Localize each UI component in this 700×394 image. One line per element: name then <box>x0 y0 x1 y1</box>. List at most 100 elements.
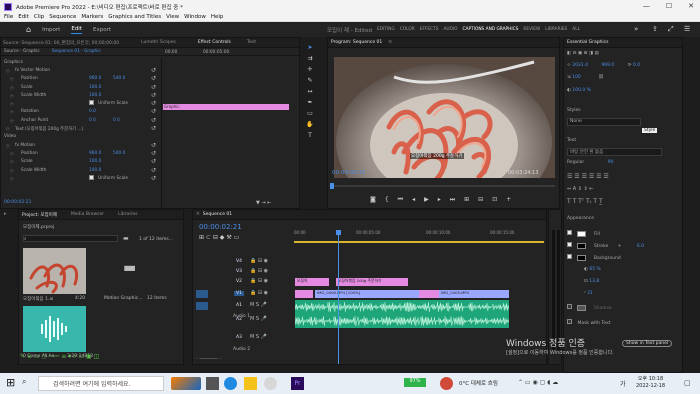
track-header[interactable]: V2 🔒 ⊟ ◉ <box>194 278 294 288</box>
show-in-text-panel-button[interactable]: Show in Text panel <box>622 340 673 347</box>
work-area-bar[interactable] <box>294 241 544 243</box>
clip-v3-graphic-b[interactable]: 오징어볶음 200g 주문하기 <box>336 278 408 286</box>
timeline-timecode[interactable]: 00:00:02:21 <box>199 223 242 231</box>
fullscreen-icon[interactable]: ⤢ <box>668 25 674 34</box>
taskbar-search-input[interactable]: 검색하려면 여기에 입력하세요. <box>38 376 164 391</box>
track-controls-icons[interactable]: 🔒 ⊟ ◉ <box>250 290 268 296</box>
mode-review[interactable]: REVIEW <box>523 27 540 32</box>
effect-property-row[interactable]: Position 960.0 540.0 ◷ ↺ <box>1 149 161 157</box>
reset-icon[interactable]: ↺ <box>151 108 156 115</box>
fill-swatch[interactable] <box>577 230 587 237</box>
reset-icon[interactable]: ↺ <box>151 142 156 149</box>
effect-value-1[interactable]: 100.0 <box>89 93 101 98</box>
close-sequence-icon[interactable]: ✕ <box>196 212 200 217</box>
track-name[interactable]: V4 <box>234 259 244 264</box>
project-bottom-icons[interactable]: ✎ ≡ ▭ ○ ─── ≡ ▾ ⌕ ▭ ▣ ◫ <box>20 353 99 361</box>
share-icon[interactable]: ⇪ <box>652 25 658 33</box>
shadow-checkbox[interactable] <box>567 304 572 309</box>
track-controls-icons[interactable]: M S 🎤 <box>250 334 267 340</box>
track-header[interactable]: V3 🔒 ⊟ ◉ <box>194 268 294 278</box>
align-icons[interactable]: ◧ ⊟ ▣ ⊞ ◨ ▤ <box>567 51 599 56</box>
stopwatch-icon[interactable]: ◷ <box>6 68 10 73</box>
effect-property-row[interactable]: Uniform Scale ◷ ↺ <box>1 174 161 182</box>
tab-export[interactable]: Export <box>93 27 111 33</box>
thumbnail-motion-graphics[interactable]: ▬ <box>101 248 164 294</box>
fill-checkbox[interactable] <box>567 230 572 235</box>
taskbar-search-icon[interactable]: ⌕ <box>22 377 35 390</box>
scale-value[interactable]: 100 <box>572 75 581 80</box>
effect-value-1[interactable]: 0.0 <box>89 109 96 114</box>
thumbnail-audio[interactable] <box>23 306 86 352</box>
opacity-value[interactable]: 100.0 % <box>572 88 591 93</box>
stopwatch-icon[interactable]: ◷ <box>10 109 14 114</box>
mode-all[interactable]: ALL <box>572 27 580 32</box>
tab-project[interactable]: Project: 모집이제 <box>22 212 57 218</box>
add-button-icon[interactable]: + <box>506 196 511 204</box>
track-name[interactable]: A1 <box>234 303 244 308</box>
more-workspaces-icon[interactable]: » <box>634 25 638 33</box>
tab-effect-controls[interactable]: Effect Controls <box>198 40 231 45</box>
chrome-icon[interactable] <box>264 377 277 390</box>
stroke-swatch[interactable] <box>577 242 587 249</box>
effect-property-row[interactable]: fx Motion ◷ ↺ <box>1 141 161 149</box>
project-side-icon[interactable]: ▸ <box>4 211 7 217</box>
clip-a1-audio[interactable] <box>295 300 509 328</box>
slip-tool-icon[interactable]: ↔ <box>303 88 317 99</box>
tab-sequence-01[interactable]: Sequence 01 <box>203 212 232 217</box>
thumbnail-squid[interactable] <box>23 248 86 294</box>
track-controls-icons[interactable]: M S 🎤 <box>250 302 267 308</box>
text-format-icons[interactable]: T T Tᵀ Tₜ T T̲ <box>567 198 603 205</box>
menu-edit[interactable]: Edit <box>18 14 29 20</box>
home-icon[interactable]: ⌂ <box>26 25 31 34</box>
mark-in-icon[interactable]: { <box>385 196 389 204</box>
mode-color[interactable]: COLOR <box>400 27 415 32</box>
type-tool-icon[interactable]: T <box>303 132 317 143</box>
export-frame-icon[interactable]: ⊡ <box>492 196 497 204</box>
edge-icon[interactable] <box>224 377 237 390</box>
menu-view[interactable]: View <box>166 14 179 20</box>
caption-overlay[interactable]: 오징어볶음 200g 주문하기 <box>410 153 464 159</box>
reset-icon[interactable]: ↺ <box>151 84 156 91</box>
effect-property-row[interactable]: Position 960.0 540.0 ◷ ↺ <box>1 75 161 83</box>
timeline-tool-icons[interactable]: ⊞ ⊂ ⊟ ◆ ⚒ ▭ <box>199 234 239 241</box>
track-controls-icons[interactable]: 🔒 ⊟ ◉ <box>250 268 268 274</box>
battery-indicator[interactable]: 97% <box>404 378 426 387</box>
menu-graphics[interactable]: Graphics and Titles <box>108 14 161 20</box>
tab-libraries[interactable]: Libraries <box>118 212 137 217</box>
effect-value-1[interactable]: 100.0 <box>89 159 101 164</box>
go-to-in-icon[interactable]: ⏮ <box>398 196 403 204</box>
folder-icon[interactable]: ▬ <box>123 235 129 242</box>
add-stroke-icon[interactable]: + <box>618 244 622 249</box>
track-name[interactable]: V1 <box>234 291 244 296</box>
stopwatch-icon[interactable]: ◷ <box>10 159 14 164</box>
panel-menu-icon[interactable]: ≡ <box>388 40 392 45</box>
bg-opacity-value[interactable]: 65 % <box>589 267 600 272</box>
mask-checkbox[interactable] <box>567 319 572 324</box>
step-back-icon[interactable]: ◂ <box>412 196 415 204</box>
track-name[interactable]: V3 <box>234 269 244 274</box>
style-dropdown[interactable]: None <box>567 118 641 126</box>
position-x-value[interactable]: 2031.4 <box>572 63 588 68</box>
font-dropdown[interactable]: 바탕 안전 흰 돋음 <box>567 148 662 156</box>
ime-indicator[interactable]: 가 <box>620 379 626 388</box>
reset-icon[interactable]: ↺ <box>151 67 156 74</box>
menu-sequence[interactable]: Sequence <box>49 14 76 20</box>
program-playhead[interactable] <box>330 183 334 189</box>
effect-property-row[interactable]: Scale Width 100.0 ◷ ↺ <box>1 91 161 99</box>
font-size-value[interactable]: 90 <box>608 160 614 165</box>
timeline-ruler[interactable]: 00:00 00:00:05:00 00:00:10:00 00:00:15:0… <box>294 230 544 240</box>
mode-audio[interactable]: AUDIO <box>443 27 457 32</box>
reset-icon[interactable]: ↺ <box>151 100 156 107</box>
track-header[interactable]: A3 M S 🎤 <box>194 334 294 344</box>
bg-size-value[interactable]: 13.8 <box>589 279 599 284</box>
effect-property-row[interactable]: Rotation 0.0 ◷ ↺ <box>1 108 161 116</box>
link-icon[interactable]: ⛓ <box>598 75 604 80</box>
extract-icon[interactable]: ⊟ <box>478 196 483 204</box>
stopwatch-icon[interactable]: ◷ <box>10 85 14 90</box>
text-metrics-icons[interactable]: ⇔ A ⇕ ⇕ ⇤ <box>567 186 594 192</box>
mode-captions-graphics[interactable]: CAPTIONS AND GRAPHICS <box>463 27 519 32</box>
effect-property-row[interactable]: Scale Width 100.0 ◷ ↺ <box>1 166 161 174</box>
track-header[interactable]: A1 M S 🎤 <box>194 302 294 312</box>
tab-edit[interactable]: Edit <box>71 26 82 34</box>
menu-window[interactable]: Window <box>184 14 206 20</box>
